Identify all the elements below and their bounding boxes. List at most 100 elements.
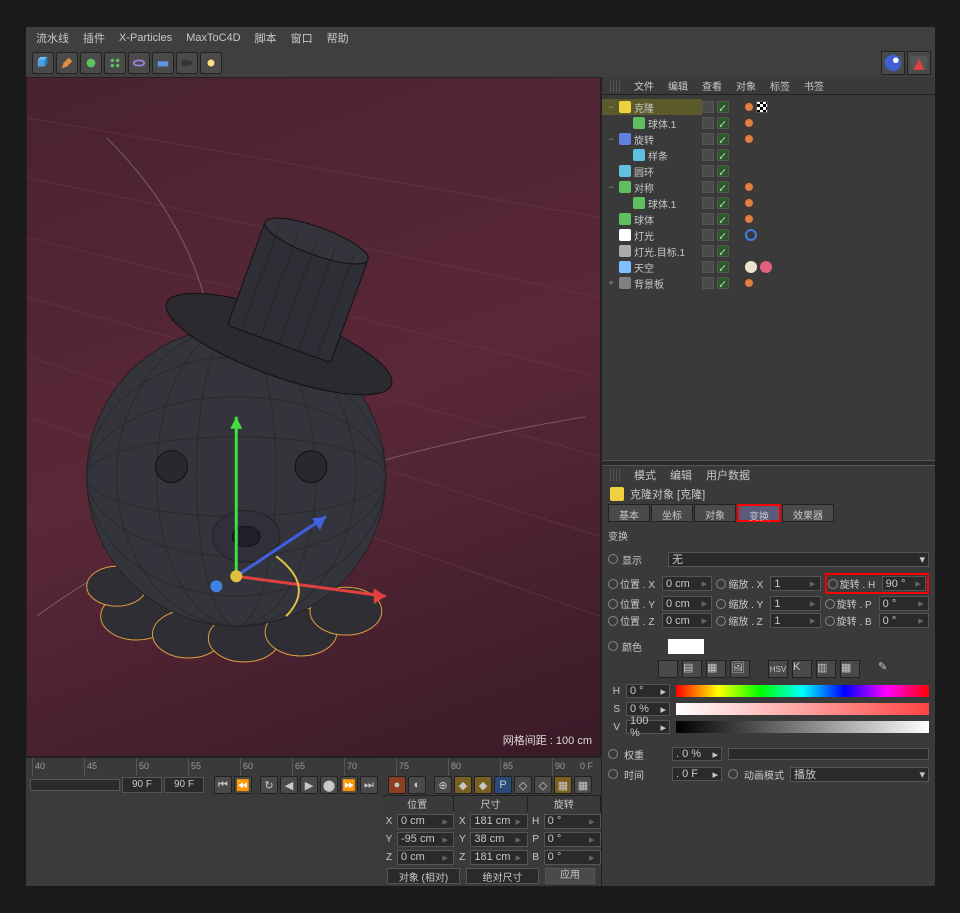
material-icon[interactable] (745, 261, 757, 273)
tree-item[interactable]: 圆环 (602, 163, 702, 179)
objmenu-tags[interactable]: 标签 (770, 78, 790, 93)
tool-cube-icon[interactable] (32, 52, 54, 74)
check-tag-icon[interactable]: ✓ (717, 229, 729, 241)
material-icon[interactable] (760, 261, 772, 273)
material-dot-icon[interactable] (745, 119, 753, 127)
menu-script[interactable]: 脚本 (255, 30, 277, 46)
layer-tag-icon[interactable] (702, 197, 714, 209)
layer-tag-icon[interactable] (702, 277, 714, 289)
attrmenu-edit[interactable]: 编辑 (670, 467, 692, 483)
timeline-range-slider[interactable] (30, 779, 120, 791)
tree-item[interactable]: − 旋转 (602, 131, 702, 147)
timeline-end-field[interactable]: 90 F (164, 777, 204, 793)
menu-pipeline[interactable]: 流水线 (36, 30, 69, 46)
coord-pos-field[interactable]: 0 cm▸ (397, 814, 454, 829)
weight-slider[interactable] (728, 748, 929, 760)
check-tag-icon[interactable]: ✓ (717, 277, 729, 289)
menu-plugins[interactable]: 插件 (83, 30, 105, 46)
coord-rot-field[interactable]: 0 °▸ (544, 832, 601, 847)
tree-item[interactable]: + 背景板 (602, 275, 702, 291)
key-6-icon[interactable]: ▦ (574, 776, 592, 794)
attr-display-dropdown[interactable]: 无▾ (668, 552, 929, 567)
checker-tag-icon[interactable] (756, 101, 768, 113)
kelvin-icon[interactable]: K (792, 660, 812, 678)
key-rot-icon[interactable]: ◆ (474, 776, 492, 794)
eyedropper-icon[interactable]: ✎ (878, 660, 898, 678)
attribute-manager-menubar[interactable]: 模式 编辑 用户数据 (602, 466, 935, 484)
layer-tag-icon[interactable] (702, 117, 714, 129)
tree-item[interactable]: 灯光 (602, 227, 702, 243)
bullet-icon[interactable] (608, 554, 618, 564)
tree-item[interactable]: 球体.1 (602, 195, 702, 211)
objmenu-file[interactable]: 文件 (634, 78, 654, 93)
material-dot-icon[interactable] (745, 135, 753, 143)
attr-param-field[interactable]: 0 °▸ (879, 596, 929, 611)
attr-time-field[interactable]: . 0 F▸ (672, 767, 722, 781)
sat-slider[interactable] (676, 703, 929, 715)
coord-mode-dropdown[interactable]: 对象 (相对) (387, 868, 460, 884)
tool-deformer-icon[interactable] (128, 52, 150, 74)
layer-tag-icon[interactable] (702, 261, 714, 273)
tree-item[interactable]: − 克隆 (602, 99, 702, 115)
render-view-icon[interactable] (881, 51, 905, 75)
bullet-icon[interactable] (828, 579, 838, 589)
check-tag-icon[interactable]: ✓ (717, 165, 729, 177)
main-menubar[interactable]: 流水线 插件 X-Particles MaxToC4D 脚本 窗口 帮助 (26, 27, 935, 49)
material-dot-icon[interactable] (745, 103, 753, 111)
hsv-v-field[interactable]: 100 %▸ (626, 720, 670, 734)
bullet-icon[interactable] (716, 599, 726, 609)
tree-item[interactable]: 灯光.目标.1 (602, 243, 702, 259)
tree-item[interactable]: 天空 (602, 259, 702, 275)
bullet-icon[interactable] (608, 749, 618, 759)
tree-expander-icon[interactable]: − (606, 102, 616, 112)
tree-expander-icon[interactable]: − (606, 134, 616, 144)
attr-anim-dropdown[interactable]: 播放▾ (790, 767, 929, 782)
tree-item[interactable]: 球体.1 (602, 115, 702, 131)
check-tag-icon[interactable]: ✓ (717, 181, 729, 193)
tree-expander-icon[interactable]: − (606, 182, 616, 192)
goto-end-icon[interactable]: ⏭ (360, 776, 378, 794)
attr-tab-4[interactable]: 效果器 (782, 504, 834, 522)
key-pla-icon[interactable]: ◇ (514, 776, 532, 794)
texture-mode-1-icon[interactable] (658, 660, 678, 678)
tool-pen-icon[interactable] (56, 52, 78, 74)
val-slider[interactable] (676, 721, 929, 733)
timeline-ruler[interactable]: 40455055606570758085900 F (26, 757, 601, 775)
tree-item[interactable]: 样条 (602, 147, 702, 163)
bullet-icon[interactable] (716, 579, 726, 589)
goto-next-key-icon[interactable]: ⏩ (340, 776, 358, 794)
attr-param-field[interactable]: 0 cm▸ (662, 613, 712, 628)
objmenu-edit[interactable]: 编辑 (668, 78, 688, 93)
coord-apply-button[interactable]: 应用 (545, 868, 595, 884)
check-tag-icon[interactable]: ✓ (717, 261, 729, 273)
target-tag-icon[interactable] (745, 229, 757, 241)
texture-mode-3-icon[interactable]: ▦ (706, 660, 726, 678)
hue-slider[interactable] (676, 685, 929, 697)
check-tag-icon[interactable]: ✓ (717, 213, 729, 225)
attr-param-field[interactable]: 1▸ (770, 596, 820, 611)
check-tag-icon[interactable]: ✓ (717, 197, 729, 209)
texture-mode-4-icon[interactable]: 🖼 (730, 660, 750, 678)
play-back-icon[interactable]: ◀ (280, 776, 298, 794)
tool-array-icon[interactable] (104, 52, 126, 74)
check-tag-icon[interactable]: ✓ (717, 133, 729, 145)
swatches-icon[interactable]: ▦ (840, 660, 860, 678)
coord-pos-field[interactable]: 0 cm▸ (397, 850, 454, 865)
objmenu-bookmark[interactable]: 书签 (804, 78, 824, 93)
objmenu-view[interactable]: 查看 (702, 78, 722, 93)
coord-rot-field[interactable]: 0 °▸ (544, 814, 601, 829)
bullet-icon[interactable] (716, 616, 726, 626)
loop-icon[interactable]: ↻ (260, 776, 278, 794)
hsv-toggle-icon[interactable]: HSV (768, 660, 788, 678)
object-tree[interactable]: − 克隆 球体.1− 旋转 样条 圆环− 对称 球体.1 球体 灯光 灯光.目标… (602, 95, 935, 460)
attr-tab-3[interactable]: 变换 (737, 504, 781, 522)
bullet-icon[interactable] (608, 641, 618, 651)
play-fwd-icon[interactable]: ▶ (300, 776, 318, 794)
layer-tag-icon[interactable] (702, 245, 714, 257)
attr-param-field[interactable]: 1▸ (770, 576, 820, 591)
layer-tag-icon[interactable] (702, 213, 714, 225)
key-param-icon[interactable]: P (494, 776, 512, 794)
mixer-icon[interactable]: ▥ (816, 660, 836, 678)
menu-xparticles[interactable]: X-Particles (119, 32, 172, 44)
attrmenu-mode[interactable]: 模式 (634, 467, 656, 483)
